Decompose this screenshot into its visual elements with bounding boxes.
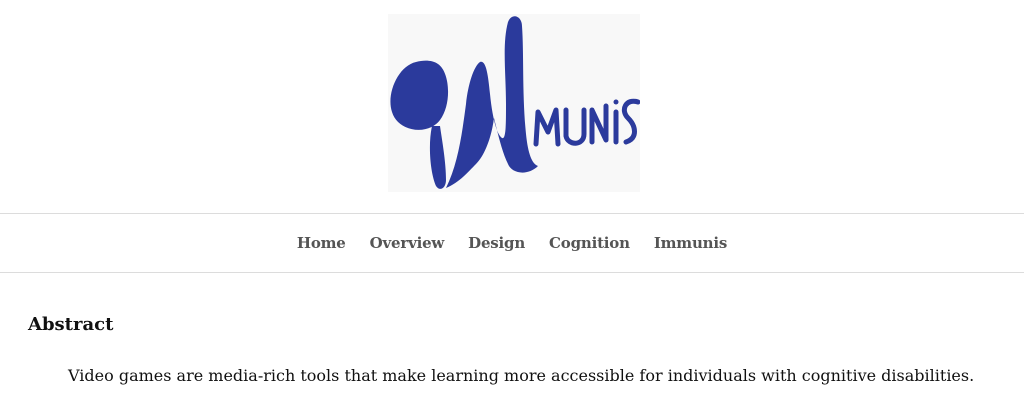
nav-item-cognition[interactable]: Cognition [549, 234, 630, 252]
site-logo[interactable] [388, 14, 640, 192]
nav-item-design[interactable]: Design [468, 234, 525, 252]
abstract-paragraph: Video games are media-rich tools that ma… [68, 366, 975, 385]
nav-item-home[interactable]: Home [297, 234, 346, 252]
nav-item-immunis[interactable]: Immunis [654, 234, 728, 252]
logo-graphic [390, 16, 640, 189]
abstract-heading: Abstract [28, 314, 114, 335]
main-nav: Home Overview Design Cognition Immunis [0, 213, 1024, 273]
site-header [0, 0, 1024, 213]
nav-item-overview[interactable]: Overview [370, 234, 445, 252]
